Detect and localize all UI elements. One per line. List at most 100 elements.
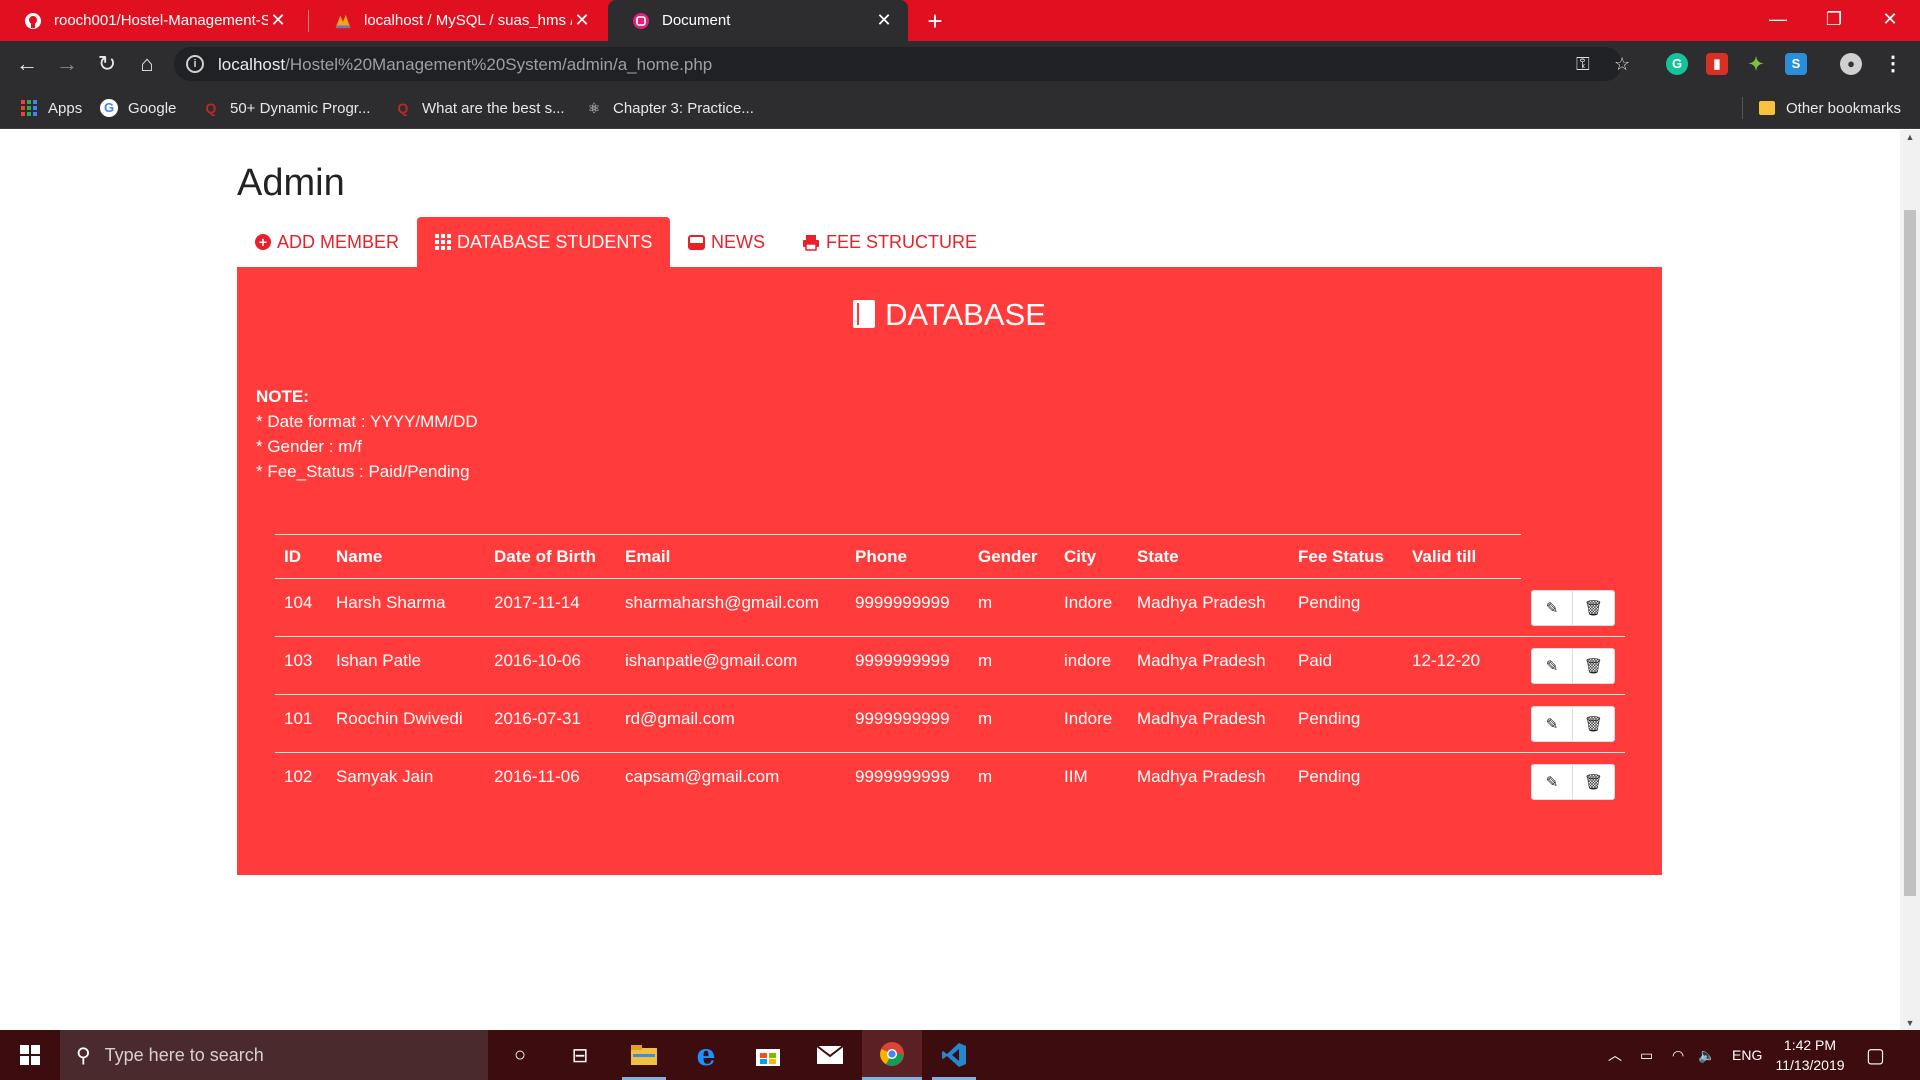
- cell-state: Madhya Pradesh: [1137, 651, 1266, 670]
- reload-icon[interactable]: ↻: [92, 50, 122, 78]
- grammarly-extension-icon[interactable]: G: [1666, 53, 1688, 75]
- delete-button[interactable]: 🗑: [1573, 590, 1615, 626]
- document-icon: [632, 12, 650, 30]
- cell-name: Harsh Sharma: [336, 593, 446, 612]
- quora-icon: Q: [205, 100, 217, 116]
- pdf-extension-icon[interactable]: ▮: [1706, 53, 1728, 75]
- store-icon[interactable]: [740, 1030, 796, 1080]
- tab-add-member[interactable]: + ADD MEMBER: [237, 217, 417, 267]
- apps-icon: [20, 99, 38, 117]
- admin-nav-tabs: + ADD MEMBER DATABASE STUDENTS NEWS FEE …: [237, 217, 1662, 267]
- scroll-down-arrow-icon[interactable]: ▼: [1900, 1018, 1920, 1028]
- tab-database-students[interactable]: DATABASE STUDENTS: [417, 217, 671, 267]
- page-title: Admin: [237, 162, 345, 204]
- bookmark-what-are-the-best[interactable]: Q What are the best s...: [394, 87, 565, 129]
- new-tab-button[interactable]: +: [920, 4, 950, 38]
- tab-news[interactable]: NEWS: [670, 217, 783, 267]
- cell-phone: 9999999999: [855, 651, 950, 670]
- cell-city: Indore: [1064, 709, 1113, 728]
- mail-icon[interactable]: [802, 1030, 858, 1080]
- start-button[interactable]: [2, 1030, 58, 1080]
- cell-id: 103: [284, 651, 313, 670]
- bookmark-chapter-3[interactable]: ⚛ Chapter 3: Practice...: [585, 87, 754, 129]
- bookmark-star-icon[interactable]: ☆: [1614, 54, 1630, 75]
- s-extension-icon[interactable]: S: [1785, 53, 1807, 75]
- edit-button[interactable]: ✎: [1531, 590, 1573, 626]
- delete-button[interactable]: 🗑: [1573, 706, 1615, 742]
- show-hidden-icons-icon[interactable]: ︿: [1608, 1030, 1622, 1080]
- browser-tab-github[interactable]: rooch001/Hostel-Management-S ✕: [0, 0, 302, 41]
- cell-name: Ishan Patle: [336, 651, 422, 670]
- cell-id: 104: [284, 593, 313, 612]
- tab-fee-structure[interactable]: FEE STRUCTURE: [784, 217, 995, 267]
- pencil-icon: ✎: [1545, 716, 1559, 733]
- cell-phone: 9999999999: [855, 593, 950, 612]
- restore-icon[interactable]: ❐: [1806, 0, 1862, 41]
- grid-icon: [435, 234, 451, 250]
- browser-tab-phpmyadmin[interactable]: localhost / MySQL / suas_hms / f ✕: [310, 0, 606, 41]
- battery-icon[interactable]: ▭: [1640, 1030, 1653, 1080]
- browser-tab-title: localhost / MySQL / suas_hms / f: [364, 12, 572, 29]
- clock-date: 11/13/2019: [1775, 1057, 1845, 1073]
- table-row: 102 Samyak Jain 2016-11-06 capsam@gmail.…: [275, 753, 1625, 811]
- vscode-icon[interactable]: [926, 1030, 982, 1080]
- url-text[interactable]: localhost/Hostel%20Management%20System/a…: [218, 55, 712, 75]
- bookmark-google[interactable]: G Google: [100, 87, 176, 129]
- column-header: Fee Status: [1298, 547, 1384, 566]
- volume-icon[interactable]: 🔈: [1698, 1030, 1715, 1080]
- cortana-icon[interactable]: ○: [492, 1030, 548, 1080]
- delete-button[interactable]: 🗑: [1573, 648, 1615, 684]
- browser-tab-document[interactable]: Document ✕: [608, 0, 908, 41]
- minimize-icon[interactable]: —: [1750, 0, 1806, 41]
- home-icon[interactable]: ⌂: [132, 50, 162, 78]
- delete-button[interactable]: 🗑: [1573, 764, 1615, 800]
- chrome-icon[interactable]: [862, 1030, 922, 1080]
- browser-menu-icon[interactable]: ⋮: [1882, 53, 1904, 75]
- bookmark-label: Chapter 3: Practice...: [613, 99, 754, 117]
- search-placeholder: Type here to search: [104, 1044, 264, 1065]
- close-tab-icon[interactable]: ✕: [572, 10, 592, 31]
- close-window-icon[interactable]: ✕: [1862, 0, 1918, 41]
- taskbar-clock[interactable]: 1:42 PM 11/13/2019: [1760, 1035, 1860, 1075]
- close-tab-icon[interactable]: ✕: [874, 10, 894, 31]
- task-view-icon[interactable]: ⊟: [552, 1030, 608, 1080]
- address-bar[interactable]: i localhost/Hostel%20Management%20System…: [174, 47, 1630, 81]
- page-scrollbar[interactable]: ▲ ▼: [1900, 130, 1920, 1030]
- close-tab-icon[interactable]: ✕: [268, 10, 288, 31]
- wifi-icon[interactable]: ◠: [1672, 1030, 1684, 1080]
- cell-gender: m: [978, 593, 993, 612]
- profile-avatar[interactable]: ●: [1840, 53, 1862, 75]
- color-extension-icon[interactable]: ✦: [1745, 53, 1767, 75]
- file-explorer-icon[interactable]: [616, 1030, 672, 1080]
- language-indicator[interactable]: ENG: [1732, 1030, 1762, 1080]
- scroll-thumb[interactable]: [1904, 210, 1916, 896]
- cell-gender: m: [978, 709, 993, 728]
- table-row: 101 Roochin Dwivedi 2016-07-31 rd@gmail.…: [275, 695, 1625, 753]
- github-icon: [24, 12, 42, 30]
- notifications-icon[interactable]: ▢: [1866, 1030, 1885, 1080]
- column-header: ID: [284, 547, 301, 566]
- browser-tab-title: Document: [662, 12, 731, 29]
- taskbar-search-box[interactable]: ⚲ Type here to search: [60, 1030, 488, 1080]
- atom-icon: ⚛: [587, 99, 601, 116]
- edit-button[interactable]: ✎: [1531, 706, 1573, 742]
- bookmark-label: Google: [128, 99, 177, 117]
- bookmark-dynamic-programming[interactable]: Q 50+ Dynamic Progr...: [202, 87, 371, 129]
- database-heading-text: DATABASE: [885, 297, 1046, 332]
- cell-fee-status: Pending: [1298, 767, 1361, 786]
- cell-phone: 9999999999: [855, 767, 950, 786]
- site-info-icon[interactable]: i: [186, 55, 204, 73]
- bookmark-other-bookmarks[interactable]: Other bookmarks: [1758, 87, 1901, 129]
- scroll-up-arrow-icon[interactable]: ▲: [1900, 132, 1920, 142]
- bookmark-separator: [1742, 97, 1743, 119]
- edit-button[interactable]: ✎: [1531, 648, 1573, 684]
- bookmark-apps[interactable]: Apps: [20, 87, 82, 129]
- edit-button[interactable]: ✎: [1531, 764, 1573, 800]
- edge-icon[interactable]: e: [678, 1030, 734, 1080]
- tab-separator: [308, 10, 309, 32]
- bookmark-label: What are the best s...: [422, 99, 565, 117]
- forward-arrow-icon[interactable]: →: [52, 50, 82, 78]
- key-icon[interactable]: ⚿: [1576, 54, 1590, 75]
- back-arrow-icon[interactable]: ←: [12, 50, 42, 78]
- note-title: NOTE:: [256, 387, 309, 406]
